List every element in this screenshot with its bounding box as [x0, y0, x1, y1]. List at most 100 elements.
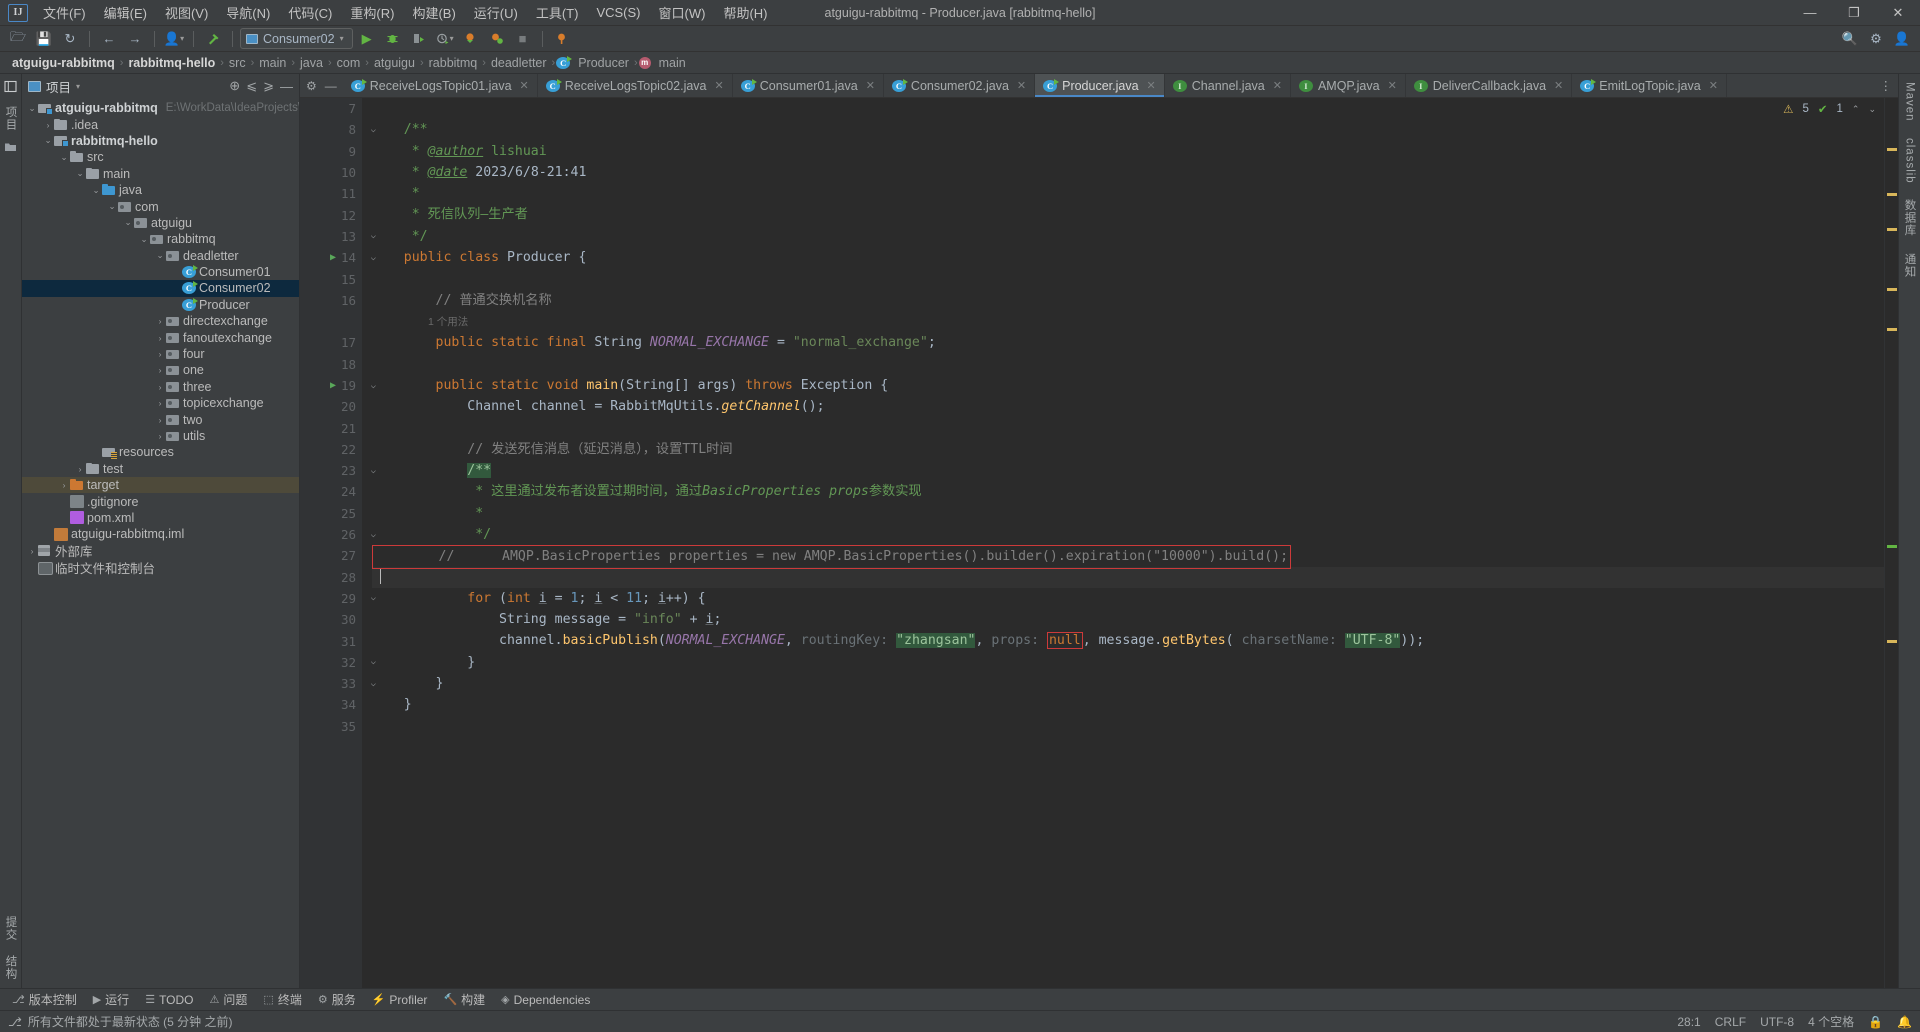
rail-label-project[interactable]: 项目	[3, 106, 19, 131]
breadcrumb-entry[interactable]: deadletter	[487, 56, 551, 70]
chevron-down-icon[interactable]: ⌄	[106, 201, 118, 212]
sync-icon[interactable]: ↻	[58, 28, 82, 50]
menu-edit[interactable]: 编辑(E)	[95, 0, 156, 25]
code-content[interactable]: /** * @author lishuai * @date 2023/6/8-2…	[362, 98, 1884, 988]
tree-item-deadletter[interactable]: ⌄ deadletter	[22, 248, 299, 264]
breadcrumb-item-main[interactable]: main	[255, 56, 290, 70]
code-line-27[interactable]: // AMQP.BasicProperties properties = new…	[372, 545, 1884, 569]
close-icon[interactable]: ✕	[1709, 79, 1718, 92]
tree-item-one[interactable]: › one	[22, 362, 299, 378]
tree-item-idea[interactable]: › .idea	[22, 116, 299, 132]
chevron-right-icon[interactable]: ›	[154, 333, 166, 343]
forward-icon[interactable]: →	[123, 28, 147, 50]
tab-consumer02[interactable]: C Consumer02.java ✕	[884, 74, 1036, 97]
tree-item-test[interactable]: › test	[22, 461, 299, 477]
tree-item-consumer02[interactable]: ›CConsumer02	[22, 280, 299, 297]
attach-icon[interactable]	[550, 28, 574, 50]
breadcrumb-item-rabbitmq[interactable]: rabbitmq	[425, 56, 482, 70]
chevron-down-icon[interactable]: ⌄	[90, 185, 102, 196]
maximize-button[interactable]: ❐	[1832, 0, 1876, 26]
close-icon[interactable]: ✕	[1554, 79, 1563, 92]
breadcrumb-entry[interactable]: atguigu-rabbitmq	[8, 56, 119, 70]
code-line-22[interactable]: // 发送死信消息（延迟消息），设置TTL时间	[372, 439, 1884, 460]
toolwindow-run[interactable]: ▶ 运行	[85, 989, 137, 1010]
profiler-button[interactable]: ▾	[433, 28, 457, 50]
menu-help[interactable]: 帮助(H)	[714, 0, 776, 25]
close-icon[interactable]: ✕	[1273, 79, 1282, 92]
menu-file[interactable]: 文件(F)	[34, 0, 95, 25]
tab-receivelogstopic01[interactable]: C ReceiveLogsTopic01.java ✕	[343, 74, 538, 97]
menu-navigate[interactable]: 导航(N)	[217, 0, 279, 25]
breadcrumb-item-main[interactable]: main	[655, 56, 690, 70]
code-line-15[interactable]	[372, 268, 1884, 289]
code-line-10[interactable]: * @date 2023/6/8-21:41	[372, 162, 1884, 183]
file-encoding[interactable]: UTF-8	[1760, 1015, 1794, 1029]
breadcrumb-entry[interactable]: main	[255, 56, 290, 70]
rail-label-maven[interactable]: Maven	[1904, 82, 1916, 122]
rail-label-commit[interactable]: 提交	[3, 916, 19, 941]
chevron-right-icon[interactable]: ›	[154, 382, 166, 392]
usage-count-label[interactable]: 1 个用法	[428, 316, 468, 328]
tree-item-topicexchange[interactable]: › topicexchange	[22, 395, 299, 411]
toolwindow-build[interactable]: 🔨 构建	[435, 989, 493, 1010]
breadcrumb-entry[interactable]: m main	[638, 56, 690, 70]
notifications-icon[interactable]: 🔔	[1897, 1015, 1912, 1029]
menu-build[interactable]: 构建(B)	[403, 0, 464, 25]
search-everywhere-icon[interactable]: 🔍	[1838, 28, 1862, 50]
expand-all-icon[interactable]: ⩽	[246, 78, 257, 94]
chevron-right-icon[interactable]: ›	[42, 120, 54, 130]
code-usage-hint[interactable]: 1 个用法	[372, 311, 1884, 332]
hide-panel-icon[interactable]: —	[280, 79, 293, 94]
code-line-19[interactable]: public static void main(String[] args) t…	[372, 375, 1884, 396]
profile-icon[interactable]: 👤 ▾	[162, 28, 186, 50]
account-icon[interactable]: 👤	[1890, 28, 1914, 50]
chevron-right-icon[interactable]: ›	[74, 464, 86, 474]
menu-refactor[interactable]: 重构(R)	[341, 0, 403, 25]
tree-item-main[interactable]: ⌄ main	[22, 166, 299, 182]
tree-item-atguigu-rabbitmq[interactable]: ⌄ atguigu-rabbitmq E:\WorkData\IdeaProject…	[22, 100, 299, 116]
breadcrumb-item-atguigu[interactable]: atguigu	[370, 56, 419, 70]
chevron-right-icon[interactable]: ›	[58, 480, 70, 490]
code-line-14[interactable]: public class Producer {	[372, 247, 1884, 268]
chevron-down-icon[interactable]: ⌄	[42, 135, 54, 146]
chevron-down-icon[interactable]: ⌄	[58, 152, 70, 163]
lock-icon[interactable]: 🔒	[1868, 1015, 1883, 1029]
toolwindow-version-control[interactable]: ⎇ 版本控制	[4, 989, 85, 1010]
tree-item-pom-xml[interactable]: ›pom.xml	[22, 510, 299, 526]
menu-code[interactable]: 代码(C)	[279, 0, 341, 25]
tab-overflow-icon[interactable]: ⋮	[1874, 74, 1899, 97]
tab-consumer01[interactable]: C Consumer01.java ✕	[733, 74, 884, 97]
chevron-down-icon[interactable]: ▾	[76, 82, 80, 91]
tree-item-directexchange[interactable]: › directexchange	[22, 313, 299, 329]
code-line-24[interactable]: * 这里通过发布者设置过期时间，通过BasicProperties props参…	[372, 481, 1884, 502]
toolwindow-terminal[interactable]: ⬚ 终端	[255, 989, 309, 1010]
menu-run[interactable]: 运行(U)	[465, 0, 527, 25]
caret-position[interactable]: 28:1	[1677, 1015, 1700, 1029]
code-line-8[interactable]: /**	[372, 119, 1884, 140]
code-line-12[interactable]: * 死信队列—生产者	[372, 204, 1884, 225]
rail-label-notifications[interactable]: 通知	[1902, 253, 1918, 278]
save-all-icon[interactable]: 💾	[32, 28, 56, 50]
project-view-icon[interactable]	[4, 80, 17, 96]
breadcrumb-item-atguigu-rabbitmq[interactable]: atguigu-rabbitmq	[8, 56, 119, 70]
tree-item-src[interactable]: ⌄ src	[22, 149, 299, 165]
attach-profiler-2-icon[interactable]	[485, 28, 509, 50]
tab-producer[interactable]: C Producer.java ✕	[1035, 74, 1165, 97]
tree-item-rabbitmq-hello[interactable]: ⌄ rabbitmq-hello	[22, 133, 299, 149]
editor-gutter[interactable]: 7 8 ⌵ 9 10 11 12 13 ⌵ 14 ▶ ⌵ 15 16 17 18 19 ▶ ⌵ 20 21 22 23 ⌵ 24…	[300, 98, 376, 988]
tree-item-com[interactable]: ⌄ com	[22, 198, 299, 214]
tree-item-resources[interactable]: ›resources	[22, 444, 299, 460]
run-with-coverage-button[interactable]	[407, 28, 431, 50]
tree-item-iml[interactable]: ›atguigu-rabbitmq.iml	[22, 526, 299, 542]
inspection-widget[interactable]: ⚠ 5 ✔ 1 ⌃ ⌄	[1777, 98, 1882, 120]
attach-profiler-1-icon[interactable]	[459, 28, 483, 50]
error-stripe-marker[interactable]	[1887, 148, 1897, 151]
rail-label-structure[interactable]: 结构	[3, 955, 19, 980]
code-line-17[interactable]: public static final String NORMAL_EXCHAN…	[372, 332, 1884, 353]
breadcrumb-entry[interactable]: java	[296, 56, 327, 70]
breadcrumb-item-com[interactable]: com	[333, 56, 365, 70]
breadcrumb-item-rabbitmq-hello[interactable]: rabbitmq-hello	[124, 56, 219, 70]
tree-item-scratches[interactable]: ›临时文件和控制台	[22, 559, 299, 576]
chevron-down-icon[interactable]: ⌄	[1868, 104, 1876, 115]
chevron-right-icon[interactable]: ›	[154, 316, 166, 326]
